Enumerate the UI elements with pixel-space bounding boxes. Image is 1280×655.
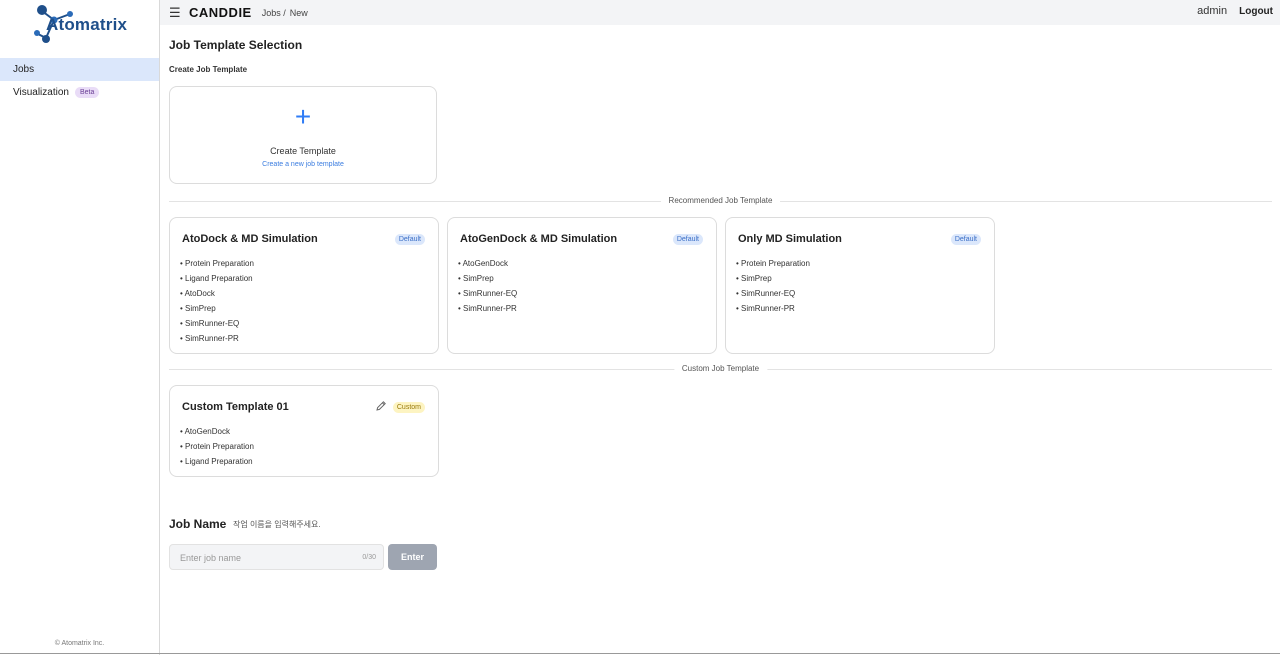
step-item: • Protein Preparation <box>736 259 810 268</box>
step-item: • SimPrep <box>458 274 494 283</box>
job-name-placeholder: Enter job name <box>180 553 242 563</box>
step-item: • SimRunner-PR <box>458 304 517 313</box>
sidebar-item-jobs[interactable]: Jobs <box>0 58 159 81</box>
logout-button[interactable]: Logout <box>1239 6 1273 17</box>
step-item: • SimRunner-EQ <box>736 289 796 298</box>
char-counter: 0/30 <box>362 554 376 561</box>
template-steps: • Protein Preparation • SimPrep • SimRun… <box>736 256 810 316</box>
step-item: • SimPrep <box>180 304 216 313</box>
sidebar: Atomatrix Jobs Visualization Beta © Atom… <box>0 0 160 655</box>
create-section-label: Create Job Template <box>169 65 248 74</box>
create-template-card[interactable]: + Create Template Create a new job templ… <box>169 86 437 184</box>
breadcrumb-new: New <box>289 7 308 18</box>
enter-button[interactable]: Enter <box>388 544 437 570</box>
template-title: AtoDock & MD Simulation <box>182 233 318 245</box>
sidebar-item-label: Jobs <box>13 64 35 75</box>
sidebar-item-visualization[interactable]: Visualization Beta <box>0 81 159 104</box>
logo-text: Atomatrix <box>46 15 128 34</box>
top-bar: ☰ CANDDIE Jobs / New admin Logout <box>160 0 1280 25</box>
step-item: • Protein Preparation <box>180 259 254 268</box>
template-card-atodock-md[interactable]: AtoDock & MD Simulation Default • Protei… <box>169 217 439 354</box>
template-title: AtoGenDock & MD Simulation <box>460 233 618 245</box>
user-area: admin Logout <box>1197 5 1273 17</box>
default-badge: Default <box>950 234 981 245</box>
template-steps: • AtoGenDock • Protein Preparation • Lig… <box>180 424 254 469</box>
step-item: • SimRunner-EQ <box>180 319 240 328</box>
step-item: • SimRunner-EQ <box>458 289 518 298</box>
recommended-divider: Recommended Job Template <box>169 196 1272 206</box>
sidebar-nav: Jobs Visualization Beta <box>0 58 159 104</box>
step-item: • SimRunner-PR <box>180 334 239 343</box>
breadcrumb-jobs[interactable]: Jobs / <box>262 8 286 18</box>
step-item: • AtoGenDock <box>458 259 508 268</box>
job-name-input[interactable]: Enter job name 0/30 <box>169 544 384 570</box>
step-item: • AtoGenDock <box>180 427 230 436</box>
template-title: Only MD Simulation <box>738 233 842 245</box>
job-name-label: Job Name <box>169 517 227 531</box>
beta-badge: Beta <box>74 87 100 98</box>
plus-icon: + <box>294 101 312 132</box>
template-card-only-md[interactable]: Only MD Simulation Default • Protein Pre… <box>725 217 995 354</box>
template-title: Custom Template 01 <box>182 401 289 413</box>
sidebar-item-label: Visualization <box>13 87 69 98</box>
default-badge: Default <box>672 234 703 245</box>
custom-label: Custom Job Template <box>673 364 768 373</box>
custom-divider: Custom Job Template <box>169 364 1272 374</box>
recommended-label: Recommended Job Template <box>660 196 781 205</box>
app-name: CANDDIE <box>189 5 252 20</box>
step-item: • Ligand Preparation <box>180 274 253 283</box>
copyright: © Atomatrix Inc. <box>54 640 105 647</box>
default-badge: Default <box>394 234 425 245</box>
step-item: • SimPrep <box>736 274 772 283</box>
hamburger-menu-icon[interactable]: ☰ <box>169 5 181 21</box>
template-card-atogendock-md[interactable]: AtoGenDock & MD Simulation Default • Ato… <box>447 217 717 354</box>
template-steps: • AtoGenDock • SimPrep • SimRunner-EQ • … <box>458 256 517 316</box>
step-item: • AtoDock <box>180 289 215 298</box>
template-steps: • Protein Preparation • Ligand Preparati… <box>180 256 254 346</box>
step-item: • Protein Preparation <box>180 442 254 451</box>
page-title: Job Template Selection <box>169 38 303 52</box>
create-template-subtitle: Create a new job template <box>262 161 344 168</box>
create-template-title: Create Template <box>270 146 336 156</box>
custom-badge: Custom <box>392 402 425 413</box>
template-card-custom-01[interactable]: Custom Template 01 Custom • AtoGenDock •… <box>169 385 439 477</box>
step-item: • SimRunner-PR <box>736 304 795 313</box>
logo[interactable]: Atomatrix <box>30 2 130 46</box>
username: admin <box>1197 5 1228 17</box>
bottom-border <box>0 653 1280 654</box>
pencil-edit-icon[interactable] <box>375 400 387 412</box>
job-name-hint: 작업 이름을 입력해주세요. <box>233 520 321 529</box>
step-item: • Ligand Preparation <box>180 457 253 466</box>
breadcrumb: Jobs / New <box>262 8 308 18</box>
